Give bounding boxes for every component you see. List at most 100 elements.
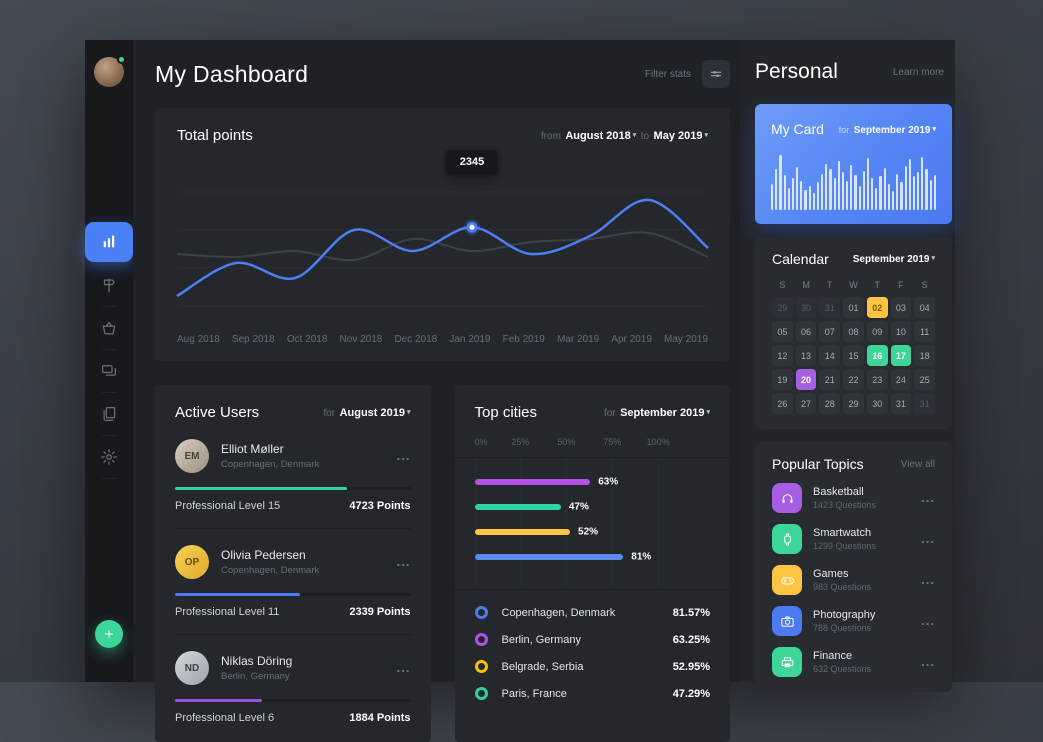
month-label: Nov 2018 [340,334,383,345]
calendar-day[interactable]: 24 [891,369,912,390]
sidebar-item-gear[interactable] [85,437,133,477]
legend-color-ring [475,687,488,700]
more-options-button[interactable]: ... [921,618,935,624]
more-options-button[interactable]: ... [397,453,411,459]
chevron-down-icon: ▾ [704,132,708,139]
weekday-label: M [796,280,817,290]
filter-stats-button[interactable] [702,60,730,88]
chevron-down-icon: ▾ [706,409,710,416]
calendar-day[interactable]: 30 [796,297,817,318]
calendar-day[interactable]: 14 [819,345,840,366]
sidebar-item-basket[interactable] [85,308,133,348]
active-users-period-dropdown[interactable]: August 2019▾ [340,407,411,419]
calendar-day[interactable]: 08 [843,321,864,342]
more-options-button[interactable]: ... [921,659,935,665]
more-options-button[interactable]: ... [921,536,935,542]
calendar-day[interactable]: 06 [796,321,817,342]
calendar-day[interactable]: 23 [867,369,888,390]
topic-icon-tile [772,524,802,554]
bar-value-label: 47% [569,502,589,513]
calendar-day[interactable]: 31 [891,393,912,414]
activity-bar [825,164,827,210]
topic-item[interactable]: Smartwatch 1299 Questions ... [772,524,935,554]
add-button[interactable] [95,620,123,648]
activity-bar [771,184,773,210]
topic-name: Smartwatch [813,527,921,539]
topic-item[interactable]: Finance 632 Questions ... [772,647,935,677]
calendar-day[interactable]: 19 [772,369,793,390]
calendar-day[interactable]: 02 [867,297,888,318]
line-chart[interactable] [177,188,708,308]
active-user-item: ND Niklas Döring Berlin, Germany ... Pro… [175,634,411,724]
legend-city: Copenhagen, Denmark [502,607,673,619]
personal-title: Personal [755,60,838,84]
highlight-point[interactable] [468,223,476,231]
user-points: 4723 Points [349,500,410,512]
top-cities-period-dropdown[interactable]: September 2019▾ [620,407,710,419]
city-bar: 81% [475,554,659,560]
calendar-day[interactable]: 26 [772,393,793,414]
more-options-button[interactable]: ... [921,577,935,583]
activity-bar [875,188,877,210]
calendar-day[interactable]: 31 [819,297,840,318]
user-location: Berlin, Germany [221,671,397,682]
calendar-day[interactable]: 05 [772,321,793,342]
month-label: Sep 2018 [232,334,275,345]
topic-item[interactable]: Games 983 Questions ... [772,565,935,595]
calendar-day[interactable]: 09 [867,321,888,342]
user-name: Olivia Pedersen [221,548,397,562]
legend-item: Berlin, Germany 63.25% [475,633,711,646]
topic-icon-tile [772,606,802,636]
sidebar-item-documents[interactable] [85,394,133,434]
topic-item[interactable]: Basketball 1423 Questions ... [772,483,935,513]
calendar-day[interactable]: 07 [819,321,840,342]
learn-more-link[interactable]: Learn more [893,67,944,78]
calendar-day[interactable]: 18 [914,345,935,366]
calendar-day[interactable]: 29 [843,393,864,414]
topic-icon-tile [772,483,802,513]
calendar-day[interactable]: 10 [891,321,912,342]
calendar-day[interactable]: 04 [914,297,935,318]
calendar-day[interactable]: 01 [843,297,864,318]
calendar-period-dropdown[interactable]: September 2019▾ [853,254,935,265]
from-date-dropdown[interactable]: August 2018▾ [565,130,636,142]
sidebar-item-chat[interactable] [85,351,133,391]
user-level: Professional Level 15 [175,500,280,512]
calendar-day[interactable]: 28 [819,393,840,414]
for-label: for [604,408,616,419]
chart-tooltip: 2345 [446,150,498,174]
calendar-day[interactable]: 13 [796,345,817,366]
calendar-day[interactable]: 30 [867,393,888,414]
calendar-day[interactable]: 21 [819,369,840,390]
more-options-button[interactable]: ... [397,559,411,565]
more-options-button[interactable]: ... [921,495,935,501]
user-avatar[interactable] [94,57,124,87]
gridline [520,458,521,585]
calendar-day[interactable]: 31 [914,393,935,414]
calendar-day[interactable]: 25 [914,369,935,390]
to-date-dropdown[interactable]: May 2019▾ [654,130,708,142]
sidebar-item-signpost[interactable] [85,265,133,305]
calendar-day[interactable]: 16 [867,345,888,366]
sidebar-item-bar-chart[interactable] [85,222,133,262]
more-options-button[interactable]: ... [397,665,411,671]
activity-bar [917,172,919,210]
calendar-day[interactable]: 22 [843,369,864,390]
calendar-day[interactable]: 17 [891,345,912,366]
calendar-day[interactable]: 12 [772,345,793,366]
calendar-day[interactable]: 15 [843,345,864,366]
topic-name: Basketball [813,486,921,498]
topic-item[interactable]: Photography 788 Questions ... [772,606,935,636]
legend-item: Belgrade, Serbia 52.95% [475,660,711,673]
calendar-day[interactable]: 11 [914,321,935,342]
filter-stats-label: Filter stats [645,69,691,80]
view-all-link[interactable]: View all [901,459,935,470]
calendar-day[interactable]: 20 [796,369,817,390]
calendar-day[interactable]: 29 [772,297,793,318]
calendar-day[interactable]: 27 [796,393,817,414]
my-card-bar-chart [771,152,936,210]
calendar-day[interactable]: 03 [891,297,912,318]
total-points-chart: 2345 Aug 2018Sep 2018Oct 2018Nov 2018Dec… [177,188,708,345]
legend-percent: 52.95% [673,661,710,673]
my-card-period-dropdown[interactable]: September 2019▾ [854,125,936,136]
